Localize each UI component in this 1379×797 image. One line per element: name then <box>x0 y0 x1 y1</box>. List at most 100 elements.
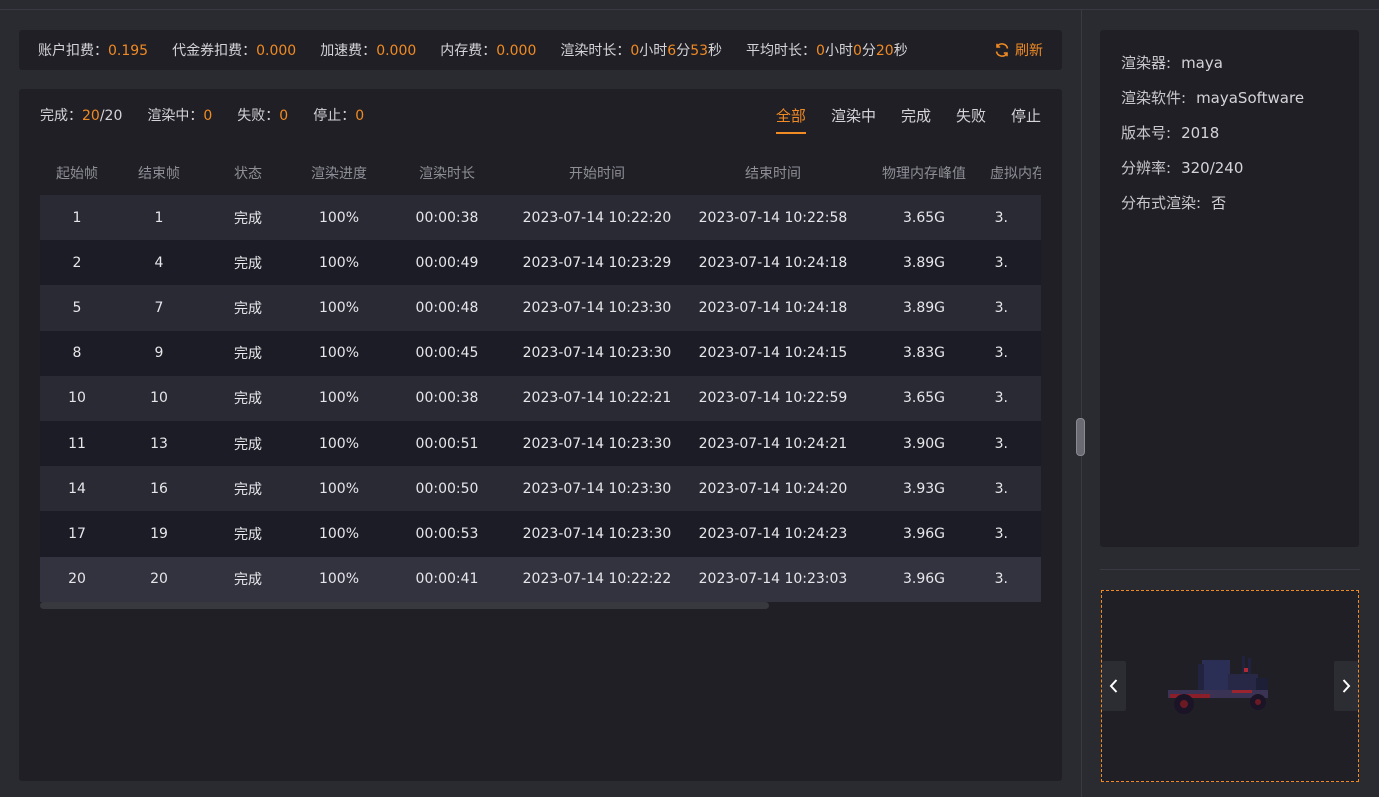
cell-status: 完成 <box>234 572 262 589</box>
cell-virtual-memory: 3. <box>994 390 1008 407</box>
cell-end-frame: 13 <box>150 435 168 452</box>
cell-render-duration: 00:00:45 <box>415 345 479 362</box>
render-time-minutes-unit: 分 <box>676 43 691 59</box>
cell-status: 完成 <box>234 210 262 227</box>
accel-fee-value: 0.000 <box>376 43 417 59</box>
tab-failed[interactable]: 失败 <box>956 105 986 132</box>
cell-end-frame: 9 <box>154 345 164 362</box>
cell-render-duration: 00:00:48 <box>415 299 479 316</box>
render-preview[interactable] <box>1101 590 1359 782</box>
cell-render-duration: 00:00:50 <box>415 480 479 497</box>
table-row[interactable]: 14 16 完成 100% 00:00:50 2023-07-14 10:23:30 202… <box>40 466 1041 512</box>
header-virtual-memory[interactable]: 虚拟内存峰值 <box>988 151 1041 195</box>
stat-stopped: 停止：0 <box>313 105 364 125</box>
cell-end-time: 2023-07-14 10:22:58 <box>698 209 848 226</box>
header-render-duration[interactable]: 渲染时长 <box>386 151 508 195</box>
table-row[interactable]: 5 7 完成 100% 00:00:48 2023-07-14 10:23:30 2023-… <box>40 285 1041 331</box>
cell-virtual-memory: 3. <box>994 209 1008 226</box>
avg-time-hours-unit: 小时 <box>824 43 853 59</box>
account-fee: 账户扣费：0.195 <box>38 40 148 60</box>
cell-physical-memory: 3.96G <box>902 525 946 542</box>
tab-rendering[interactable]: 渲染中 <box>831 105 876 132</box>
cell-start-time: 2023-07-14 10:23:29 <box>522 254 672 271</box>
cell-physical-memory: 3.90G <box>902 435 946 452</box>
table-row[interactable]: 11 13 完成 100% 00:00:51 2023-07-14 10:23:30 202… <box>40 420 1041 467</box>
memory-fee-label: 内存费： <box>440 43 497 59</box>
info-renderer-value: maya <box>1181 54 1223 72</box>
table-row[interactable]: 20 20 完成 100% 00:00:41 2023-07-14 10:22:22 202… <box>40 556 1041 602</box>
table-horizontal-scrollbar[interactable] <box>40 602 769 609</box>
header-end-frame[interactable]: 结束帧 <box>114 151 204 195</box>
prev-image-button[interactable] <box>1102 661 1126 711</box>
stat-failed: 失败：0 <box>237 105 288 125</box>
avg-time-seconds-unit: 秒 <box>893 43 908 59</box>
avg-time-seconds: 20 <box>875 43 894 59</box>
cell-start-time: 2023-07-14 10:22:21 <box>522 390 672 407</box>
chevron-right-icon <box>1342 679 1351 693</box>
stat-rendering: 渲染中：0 <box>147 105 212 125</box>
stat-rendering-value: 0 <box>203 108 213 124</box>
cell-start-frame: 5 <box>72 299 82 316</box>
cell-progress: 100% <box>318 254 360 271</box>
info-resolution: 分辨率: 320/240 <box>1121 157 1359 192</box>
stat-done-total: /20 <box>99 108 123 124</box>
cell-end-time: 2023-07-14 10:24:18 <box>698 254 848 271</box>
cell-progress: 100% <box>318 571 360 588</box>
cell-start-time: 2023-07-14 10:22:20 <box>522 209 672 226</box>
account-fee-label: 账户扣费： <box>38 43 108 59</box>
render-time-hours: 0 <box>630 43 640 59</box>
cell-end-frame: 4 <box>154 254 164 271</box>
cell-start-time: 2023-07-14 10:23:30 <box>522 345 672 362</box>
info-resolution-value: 320/240 <box>1181 159 1244 177</box>
table-row[interactable]: 10 10 完成 100% 00:00:38 2023-07-14 10:22:21 202… <box>40 375 1041 421</box>
cell-render-duration: 00:00:49 <box>415 254 479 271</box>
header-physical-memory[interactable]: 物理内存峰值 <box>860 151 988 195</box>
cell-end-time: 2023-07-14 10:23:03 <box>698 571 848 588</box>
cell-status: 完成 <box>234 255 262 272</box>
cell-start-frame: 17 <box>68 525 86 542</box>
memory-fee: 内存费：0.000 <box>440 40 536 60</box>
cell-progress: 100% <box>318 435 360 452</box>
header-status[interactable]: 状态 <box>204 151 292 195</box>
cell-start-time: 2023-07-14 10:23:30 <box>522 299 672 316</box>
avg-time-minutes: 0 <box>852 43 862 59</box>
tab-stopped[interactable]: 停止 <box>1011 105 1041 132</box>
render-time-seconds: 53 <box>690 43 709 59</box>
cell-physical-memory: 3.65G <box>902 390 946 407</box>
cell-render-duration: 00:00:38 <box>415 390 479 407</box>
voucher-fee: 代金券扣费：0.000 <box>172 40 296 60</box>
stat-done-label: 完成： <box>40 108 82 124</box>
table-row[interactable]: 2 4 完成 100% 00:00:49 2023-07-14 10:23:29 2023-… <box>40 240 1041 286</box>
accel-fee-label: 加速费： <box>320 43 377 59</box>
table-row[interactable]: 17 19 完成 100% 00:00:53 2023-07-14 10:23:30 202… <box>40 511 1041 557</box>
info-version-value: 2018 <box>1181 124 1220 142</box>
cell-start-time: 2023-07-14 10:23:30 <box>522 480 672 497</box>
info-renderer-label: 渲染器: <box>1121 54 1172 72</box>
stat-done-value: 20 <box>82 108 100 124</box>
info-version: 版本号: 2018 <box>1121 122 1359 157</box>
table-header-row: 起始帧 结束帧 状态 渲染进度 渲染时长 开始时间 结束时间 物理内存峰值 虚拟… <box>40 151 1041 195</box>
info-resolution-label: 分辨率: <box>1121 159 1172 177</box>
header-start-frame[interactable]: 起始帧 <box>40 151 114 195</box>
cell-physical-memory: 3.65G <box>902 209 946 226</box>
refresh-button[interactable]: 刷新 <box>994 30 1043 70</box>
header-start-time[interactable]: 开始时间 <box>508 151 686 195</box>
header-progress[interactable]: 渲染进度 <box>292 151 386 195</box>
avg-time: 平均时长：0小时0分20秒 <box>746 40 908 60</box>
cell-status: 完成 <box>234 436 262 453</box>
header-end-time[interactable]: 结束时间 <box>686 151 860 195</box>
cell-start-frame: 20 <box>68 571 86 588</box>
tab-all[interactable]: 全部 <box>775 105 806 134</box>
table-row[interactable]: 1 1 完成 100% 00:00:38 2023-07-14 10:22:20 2023-… <box>40 195 1041 241</box>
tab-done[interactable]: 完成 <box>901 105 931 132</box>
info-distributed-value: 否 <box>1211 194 1227 212</box>
frame-table-container[interactable]: 起始帧 结束帧 状态 渲染进度 渲染时长 开始时间 结束时间 物理内存峰值 虚拟… <box>40 151 1041 611</box>
panel-resize-handle[interactable] <box>1076 418 1085 456</box>
cell-progress: 100% <box>318 525 360 542</box>
cell-end-time: 2023-07-14 10:24:15 <box>698 345 848 362</box>
table-row[interactable]: 8 9 完成 100% 00:00:45 2023-07-14 10:23:30 2023-… <box>40 330 1041 376</box>
next-image-button[interactable] <box>1334 661 1358 711</box>
stat-stopped-label: 停止： <box>313 108 356 124</box>
info-distributed: 分布式渲染: 否 <box>1121 192 1359 227</box>
render-time-minutes: 6 <box>667 43 677 59</box>
